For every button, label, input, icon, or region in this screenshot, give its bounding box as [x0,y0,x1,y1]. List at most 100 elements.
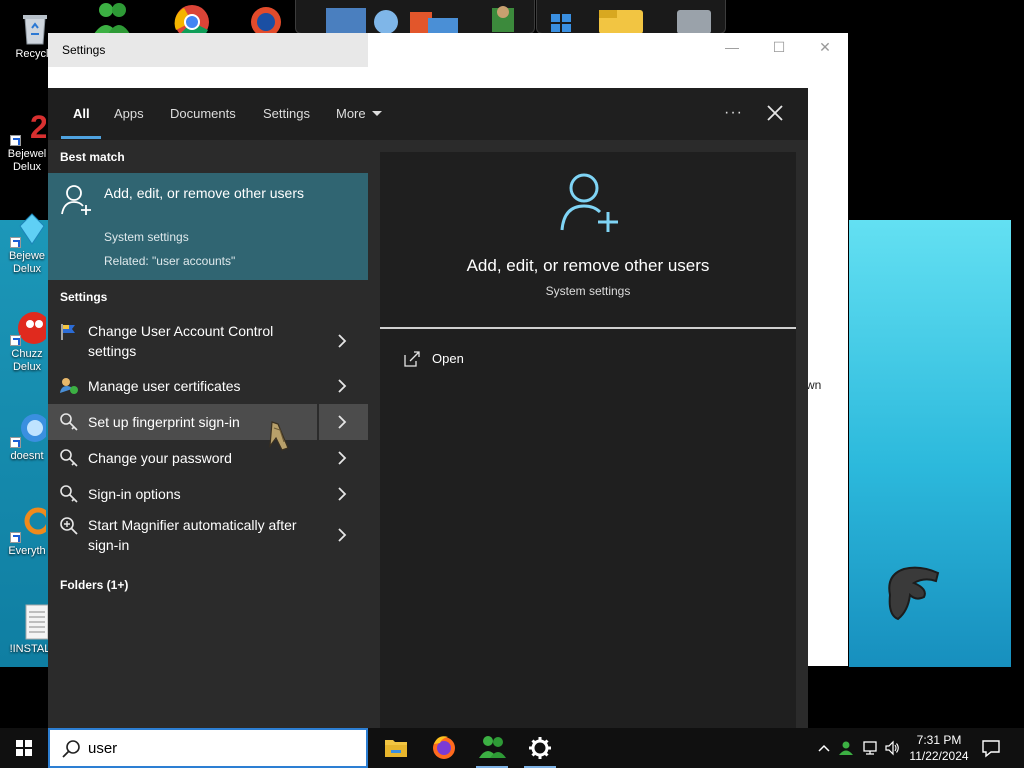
desktop-icon-chuzzle[interactable]: Chuzz Delux [0,308,54,374]
results-list: Best match Add, edit, or remove other us… [48,140,368,728]
minimize-button[interactable]: — [720,39,744,59]
result-label: Sign-in options [88,486,181,502]
preview-title: Add, edit, or remove other users [466,256,710,275]
settings-header: Settings [60,290,108,304]
chevron-right-icon[interactable] [332,376,352,396]
active-tab-indicator [61,136,101,139]
result-uac[interactable]: Change User Account Control settings [48,318,368,364]
search-input[interactable]: user [48,728,368,768]
add-user-icon [560,173,618,232]
top-window-thumbnails[interactable] [295,0,535,34]
result-certificates[interactable]: Manage user certificates [48,368,368,404]
desktop-icon-label: Chuzz Delux [11,348,43,373]
desktop-icon-bejeweled-2[interactable]: 2 Bejewel Delux [0,108,54,174]
more-options-button[interactable]: ··· [724,104,743,122]
result-magnifier[interactable]: Start Magnifier automatically after sign… [48,512,368,558]
shortcut-arrow-icon [10,437,21,448]
preview-pane: Add, edit, or remove other users System … [380,152,796,728]
search-tabs: All Apps Documents Settings More ··· [48,88,808,140]
uac-flag-icon [61,324,75,340]
key-icon [60,485,78,503]
windows-logo-icon [16,740,32,756]
best-match-related: Related: "user accounts" [104,254,236,268]
add-user-icon [61,185,91,215]
search-query[interactable]: user [88,740,117,757]
tab-all[interactable]: All [73,106,90,122]
cartoon-hand-art [888,566,940,621]
maximize-button[interactable]: ☐ [767,39,791,59]
partial-text: wn [806,378,822,392]
best-match-subtitle: System settings [104,230,189,244]
desktop-icon-label: Bejewel Delux [7,148,47,173]
tab-settings[interactable]: Settings [263,106,310,122]
document-icon [14,603,52,641]
clock-time: 7:31 PM [916,733,962,747]
magnifier-icon [60,517,78,535]
chevron-right-icon[interactable] [332,448,352,468]
shortcut-arrow-icon [10,335,21,346]
chrome-icon[interactable] [172,0,212,40]
tab-more[interactable]: More [336,106,382,122]
svg-text:2: 2 [30,109,46,145]
taskbar: user 7:31 PM 11/22/2024 [0,728,1024,768]
close-icon[interactable] [764,102,786,124]
taskbar-settings[interactable] [516,728,564,768]
mouse-cursor [269,421,289,451]
open-icon [404,351,420,367]
search-icon [62,740,80,758]
chevron-right-icon[interactable] [332,412,352,432]
window-title: Settings [62,43,106,57]
shortcut-arrow-icon [10,237,21,248]
result-change-password[interactable]: Change your password [48,440,368,476]
users-app-icon[interactable] [92,0,132,36]
taskbar-users[interactable] [468,728,516,768]
gear-icon [529,737,551,759]
key-icon [60,449,78,467]
taskbar-file-explorer[interactable] [372,728,420,768]
tab-more-label: More [336,106,366,121]
chevron-up-icon[interactable] [816,740,832,756]
magnifier-orange-icon [8,505,52,543]
notification-icon[interactable] [980,738,1002,758]
clock[interactable]: 7:31 PM 11/22/2024 [900,732,978,764]
best-match-header: Best match [60,150,125,164]
open-action[interactable]: Open [402,349,502,369]
top-window-thumbnails-2[interactable] [536,0,726,34]
caret-down-icon [371,111,382,116]
folder-icon [385,740,407,757]
close-button[interactable]: ✕ [813,39,837,59]
users-tray-icon[interactable] [838,740,854,756]
chuzzle-icon [8,308,50,346]
desktop-icon-bejeweled-3[interactable]: Bejewe Delux [0,210,54,276]
desktop-icon-label: Everyth [8,545,46,557]
bejeweled-icon: 2 [8,108,48,146]
divider [380,327,796,329]
best-match-title: Add, edit, or remove other users [104,185,304,201]
result-fingerprint[interactable]: Set up fingerprint sign-in [48,404,368,440]
tab-apps[interactable]: Apps [114,106,144,122]
clock-date: 11/22/2024 [909,749,969,763]
tab-documents[interactable]: Documents [170,106,236,122]
shortcut-arrow-icon [10,532,21,543]
shortcut-arrow-icon [10,135,21,146]
result-sign-in-options[interactable]: Sign-in options [48,476,368,512]
app-p-icon[interactable] [246,0,286,37]
taskbar-firefox[interactable] [420,728,468,768]
desktop-icon-everything[interactable]: Everyth [0,505,54,558]
chevron-right-icon[interactable] [332,331,352,351]
start-button[interactable] [0,728,48,768]
desktop-icon-label: Bejewe Delux [8,250,46,275]
key-icon [60,413,78,431]
folders-header[interactable]: Folders (1+) [60,578,128,592]
certificate-icon [60,378,78,394]
open-label: Open [432,351,464,366]
network-icon[interactable] [862,740,878,756]
desktop-icon-doesnt[interactable]: doesnt [0,410,54,463]
best-match-result[interactable]: Add, edit, or remove other users System … [48,173,368,280]
settings-titlebar[interactable]: Settings — ☐ ✕ [48,33,848,67]
chevron-right-icon[interactable] [332,484,352,504]
globe-icon [8,410,49,448]
chevron-right-icon[interactable] [332,525,352,545]
result-label: Change User Account Control settings [88,323,274,359]
volume-icon[interactable] [884,740,900,756]
